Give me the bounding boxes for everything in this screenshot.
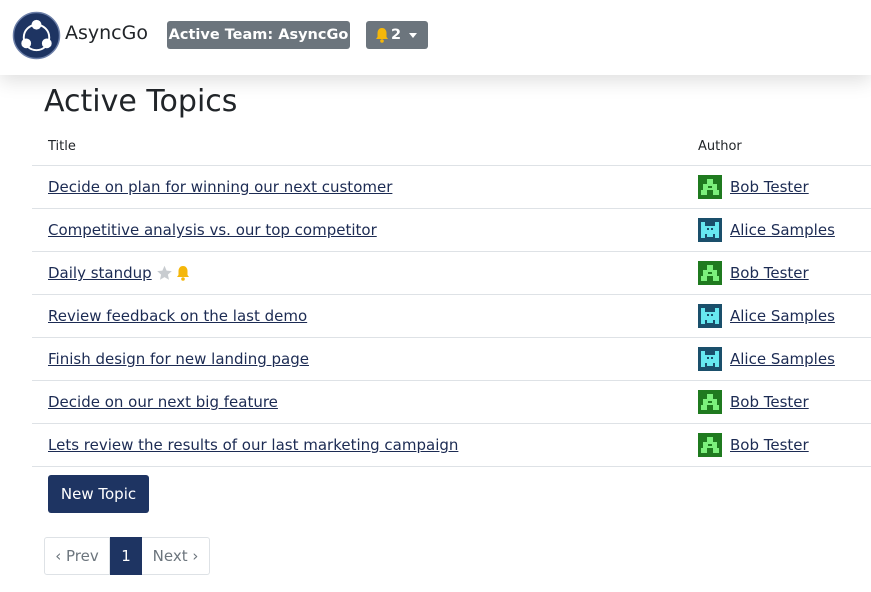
chevron-down-icon — [409, 33, 417, 38]
notification-count: 2 — [391, 27, 402, 43]
pagination: ‹ Prev 1 Next › — [44, 537, 210, 575]
column-header-author: Author — [698, 139, 742, 154]
table-row: Finish design for new landing page Alice… — [32, 338, 871, 381]
column-header-title: Title — [48, 139, 76, 154]
active-team-button[interactable]: Active Team: AsyncGo — [167, 21, 350, 49]
topic-title-link[interactable]: Finish design for new landing page — [48, 350, 309, 368]
bell-icon — [176, 265, 190, 281]
top-navbar: AsyncGo Active Team: AsyncGo 2 — [0, 0, 871, 75]
pagination-page-current[interactable]: 1 — [110, 537, 142, 575]
table-body: Decide on plan for winning our next cust… — [32, 166, 871, 467]
topic-title-link[interactable]: Decide on plan for winning our next cust… — [48, 178, 392, 196]
topic-badges — [156, 265, 190, 281]
pagination-prev[interactable]: ‹ Prev — [44, 537, 110, 575]
notifications-dropdown-button[interactable]: 2 — [366, 21, 428, 49]
brand-name[interactable]: AsyncGo — [65, 22, 148, 44]
avatar — [698, 347, 722, 371]
avatar — [698, 261, 722, 285]
table-header: Title Author — [32, 128, 871, 166]
topic-title-link[interactable]: Decide on our next big feature — [48, 393, 278, 411]
topic-title-link[interactable]: Lets review the results of our last mark… — [48, 436, 458, 454]
bell-icon — [376, 28, 388, 43]
topics-table: Title Author Decide on plan for winning … — [32, 128, 871, 467]
avatar — [698, 390, 722, 414]
table-row: Lets review the results of our last mark… — [32, 424, 871, 467]
author-link[interactable]: Bob Tester — [730, 178, 809, 196]
table-row: Decide on plan for winning our next cust… — [32, 166, 871, 209]
table-row: Review feedback on the last demo Alice S… — [32, 295, 871, 338]
table-row: Decide on our next big feature Bob Teste… — [32, 381, 871, 424]
page-title: Active Topics — [44, 84, 238, 119]
new-topic-button[interactable]: New Topic — [48, 475, 149, 513]
author-link[interactable]: Alice Samples — [730, 221, 835, 239]
topic-title-link[interactable]: Review feedback on the last demo — [48, 307, 307, 325]
asyncgo-logo-icon[interactable] — [12, 11, 61, 60]
avatar — [698, 433, 722, 457]
topic-title-link[interactable]: Daily standup — [48, 264, 152, 282]
avatar — [698, 175, 722, 199]
avatar — [698, 218, 722, 242]
table-row: Daily standup Bob Tester — [32, 252, 871, 295]
table-row: Competitive analysis vs. our top competi… — [32, 209, 871, 252]
author-link[interactable]: Alice Samples — [730, 350, 835, 368]
topic-title-link[interactable]: Competitive analysis vs. our top competi… — [48, 221, 377, 239]
avatar — [698, 304, 722, 328]
author-link[interactable]: Bob Tester — [730, 393, 809, 411]
author-link[interactable]: Bob Tester — [730, 264, 809, 282]
author-link[interactable]: Bob Tester — [730, 436, 809, 454]
author-link[interactable]: Alice Samples — [730, 307, 835, 325]
star-icon[interactable] — [156, 265, 173, 281]
pagination-next[interactable]: Next › — [142, 537, 210, 575]
